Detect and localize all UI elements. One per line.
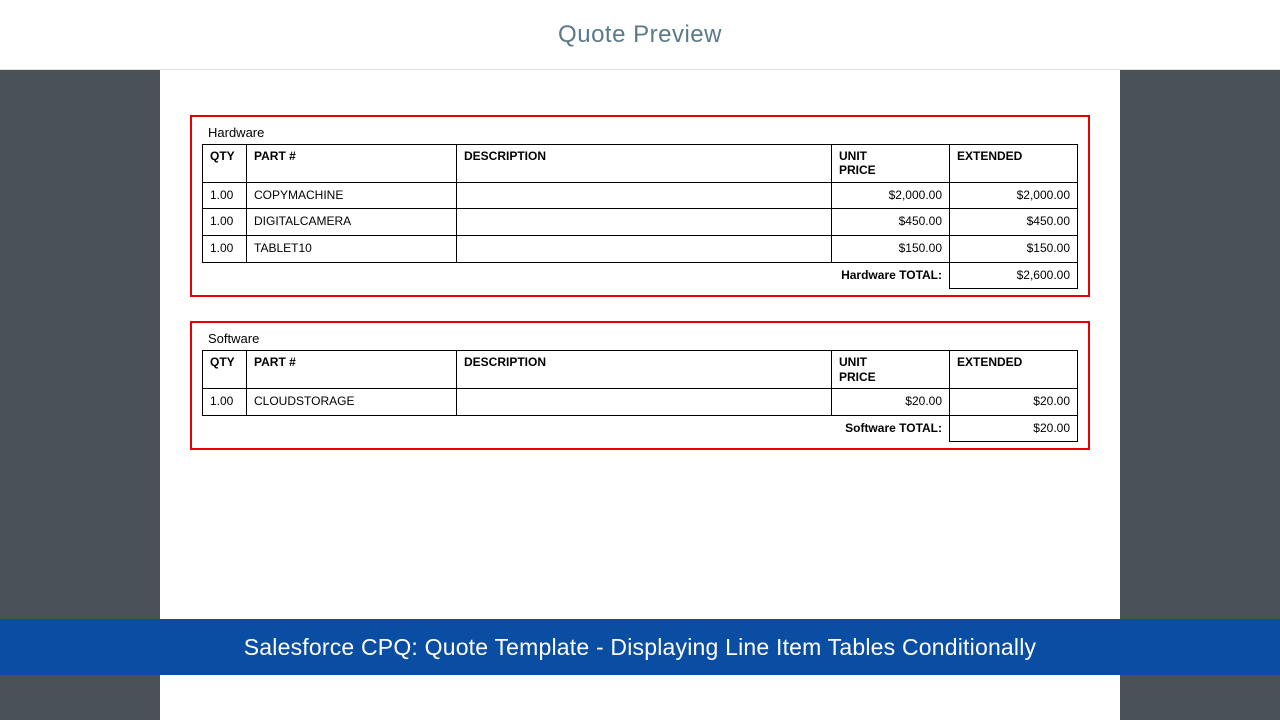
total-row: Hardware TOTAL: $2,600.00 [203, 262, 1078, 289]
caption-banner: Salesforce CPQ: Quote Template - Display… [0, 619, 1280, 675]
col-unit: UNITPRICE [832, 145, 950, 183]
table-row: 1.00 COPYMACHINE $2,000.00 $2,000.00 [203, 182, 1078, 209]
total-label: Hardware TOTAL: [203, 262, 950, 289]
col-part: PART # [247, 351, 457, 389]
col-qty: QTY [203, 145, 247, 183]
total-row: Software TOTAL: $20.00 [203, 415, 1078, 442]
table-row: 1.00 TABLET10 $150.00 $150.00 [203, 235, 1078, 262]
total-label: Software TOTAL: [203, 415, 950, 442]
col-ext: EXTENDED [950, 145, 1078, 183]
line-items-table: QTY PART # DESCRIPTION UNITPRICE EXTENDE… [202, 350, 1078, 442]
col-part: PART # [247, 145, 457, 183]
col-desc: DESCRIPTION [457, 145, 832, 183]
section-software: Software QTY PART # DESCRIPTION UNITPRIC… [190, 321, 1090, 450]
table-row: 1.00 CLOUDSTORAGE $20.00 $20.00 [203, 388, 1078, 415]
col-qty: QTY [203, 351, 247, 389]
col-desc: DESCRIPTION [457, 351, 832, 389]
table-row: 1.00 DIGITALCAMERA $450.00 $450.00 [203, 209, 1078, 236]
page-title: Quote Preview [558, 21, 722, 49]
col-ext: EXTENDED [950, 351, 1078, 389]
section-hardware: Hardware QTY PART # DESCRIPTION UNITPRIC… [190, 115, 1090, 297]
section-title: Hardware [202, 125, 1078, 140]
table-header-row: QTY PART # DESCRIPTION UNITPRICE EXTENDE… [203, 351, 1078, 389]
total-value: $2,600.00 [950, 262, 1078, 289]
section-title: Software [202, 331, 1078, 346]
caption-text: Salesforce CPQ: Quote Template - Display… [244, 634, 1037, 661]
col-unit: UNITPRICE [832, 351, 950, 389]
line-items-table: QTY PART # DESCRIPTION UNITPRICE EXTENDE… [202, 144, 1078, 289]
page-header: Quote Preview [0, 0, 1280, 70]
total-value: $20.00 [950, 415, 1078, 442]
table-header-row: QTY PART # DESCRIPTION UNITPRICE EXTENDE… [203, 145, 1078, 183]
